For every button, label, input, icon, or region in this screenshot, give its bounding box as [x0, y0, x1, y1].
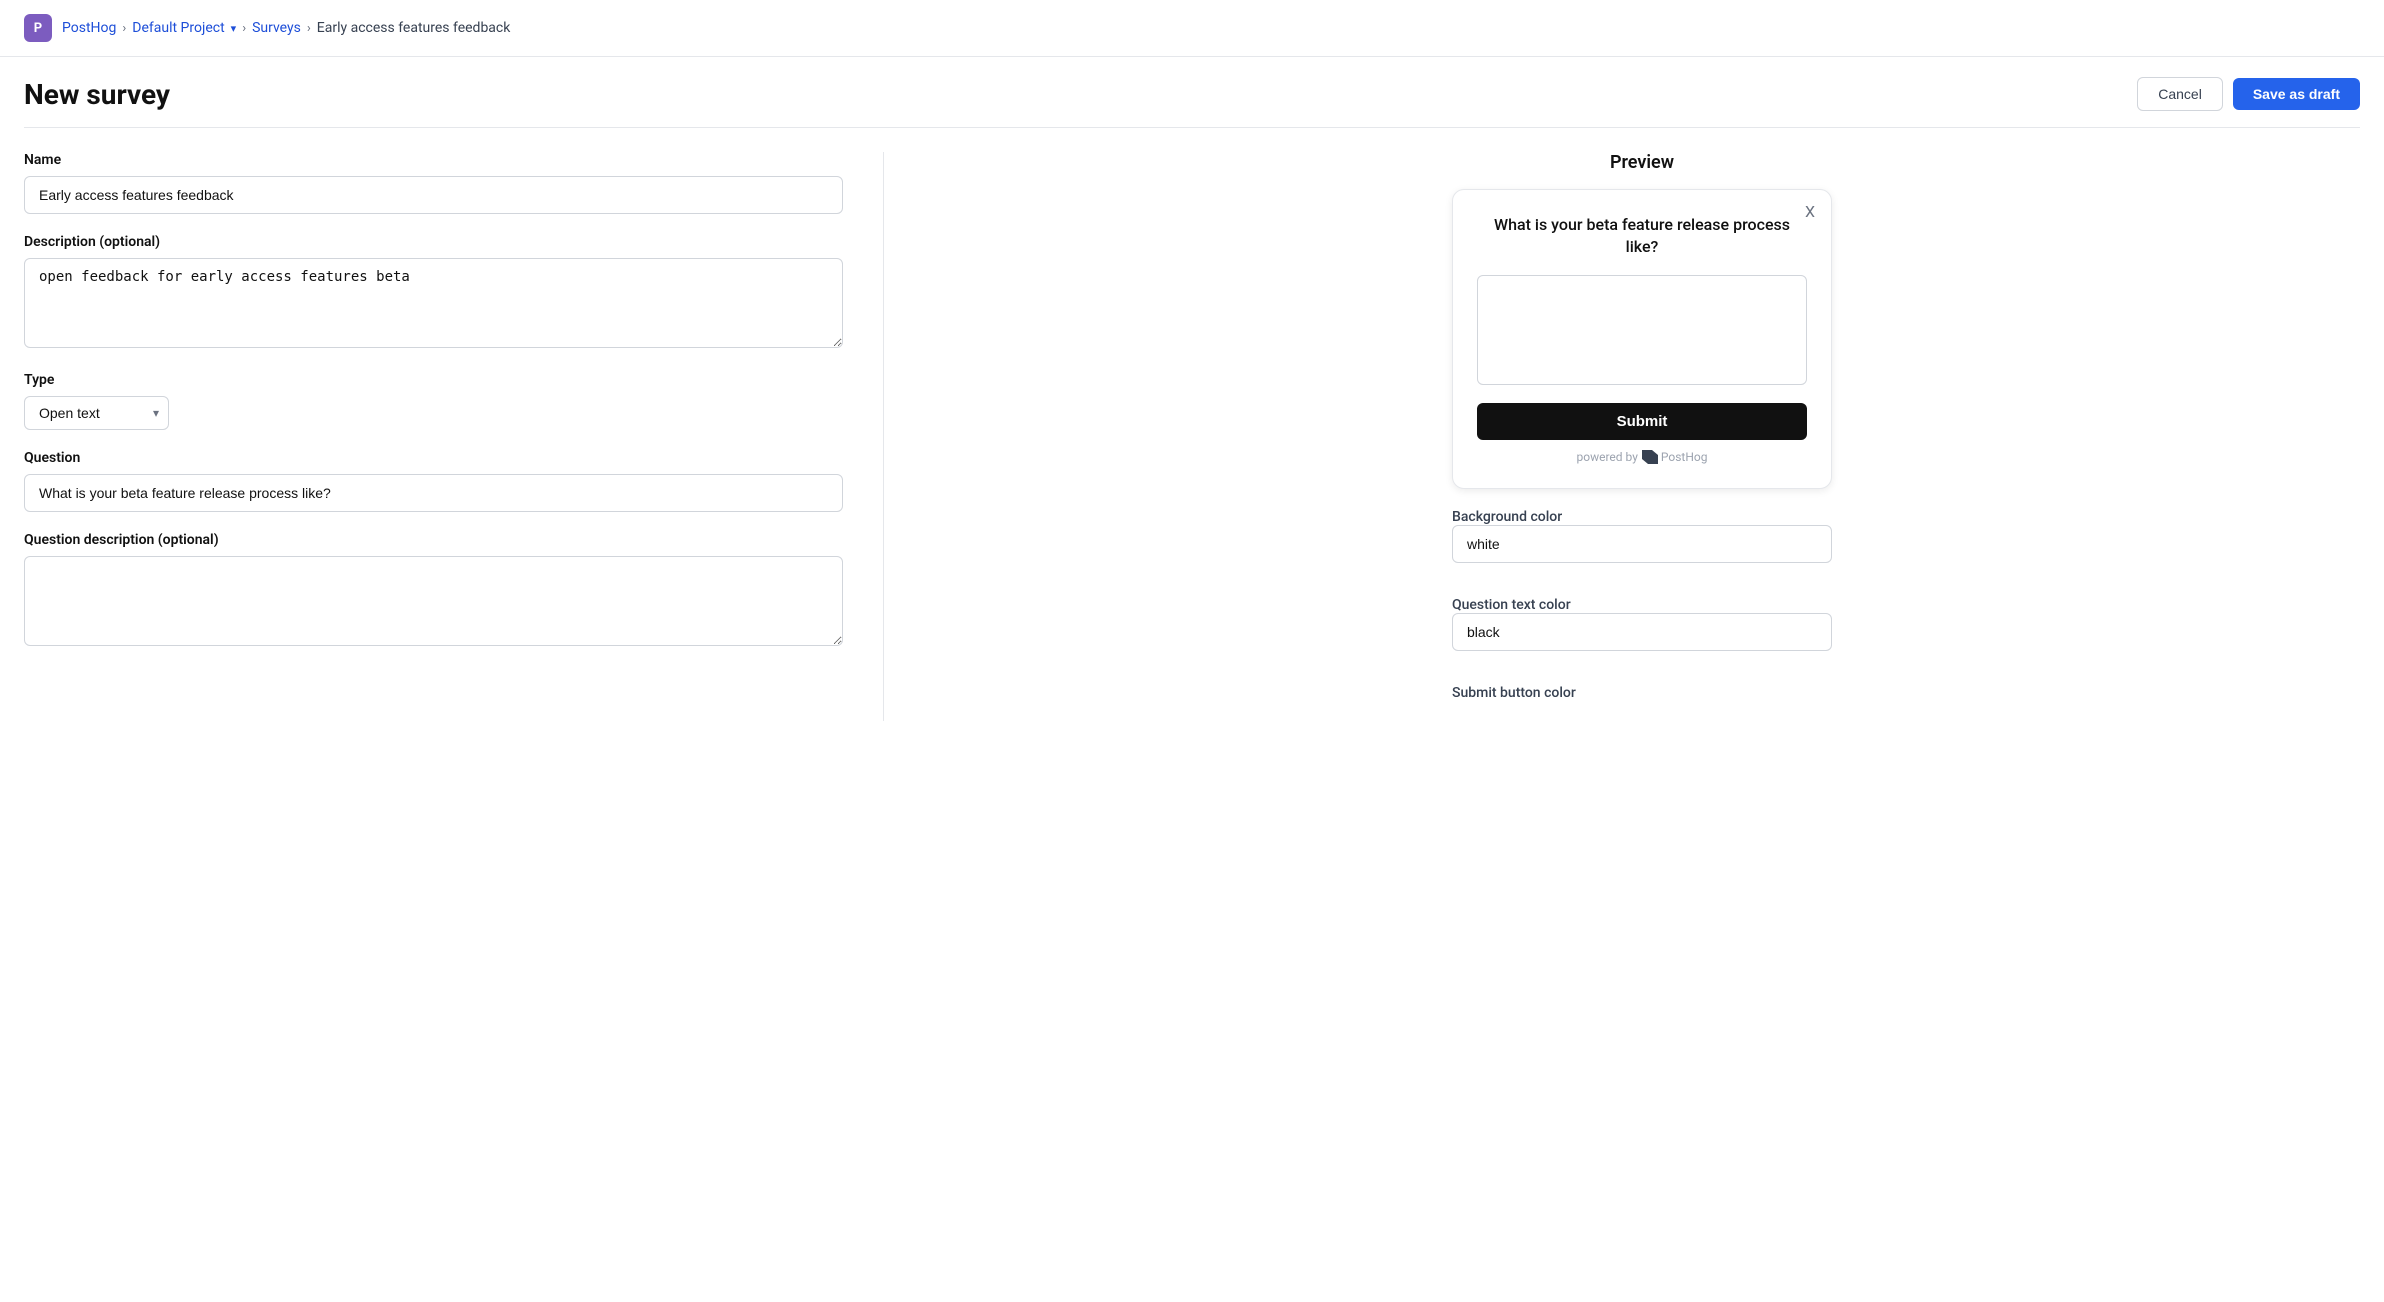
question-input[interactable]	[24, 474, 843, 512]
preview-section: Preview X What is your beta feature rele…	[924, 152, 2360, 721]
preview-card: X What is your beta feature release proc…	[1452, 189, 1832, 489]
bg-color-input[interactable]	[1452, 525, 1832, 563]
preview-powered-by: powered by PostHog	[1477, 450, 1807, 464]
right-panel: Preview X What is your beta feature rele…	[884, 152, 2360, 721]
submit-button-color-group: Submit button color	[1452, 685, 1832, 701]
preview-submit-button[interactable]: Submit	[1477, 403, 1807, 440]
question-desc-textarea[interactable]	[24, 556, 843, 646]
breadcrumb-sep-3: ›	[307, 21, 311, 36]
app-logo: P	[24, 14, 52, 42]
type-select[interactable]: Open text Multiple choice Single choice …	[24, 396, 169, 430]
question-desc-group: Question description (optional)	[24, 532, 843, 650]
breadcrumb-project[interactable]: Default Project	[132, 20, 224, 36]
description-label: Description (optional)	[24, 234, 843, 250]
breadcrumb-section[interactable]: Surveys	[252, 20, 301, 36]
posthog-logo-svg	[1642, 450, 1658, 464]
type-group: Type Open text Multiple choice Single ch…	[24, 372, 843, 430]
preview-title: Preview	[1610, 152, 1674, 173]
project-dropdown-icon[interactable]: ▾	[231, 22, 237, 35]
question-desc-label: Question description (optional)	[24, 532, 843, 548]
cancel-button[interactable]: Cancel	[2137, 77, 2223, 111]
breadcrumb: P PostHog › Default Project ▾ › Surveys …	[0, 0, 2384, 57]
question-text-color-label: Question text color	[1452, 597, 1571, 613]
preview-response-textarea[interactable]	[1477, 275, 1807, 385]
question-group: Question	[24, 450, 843, 512]
main-content: Name Description (optional) Type Open te…	[0, 128, 2384, 745]
breadcrumb-sep-2: ›	[242, 21, 246, 36]
name-label: Name	[24, 152, 843, 168]
breadcrumb-app[interactable]: PostHog	[62, 20, 116, 36]
type-label: Type	[24, 372, 843, 388]
bg-color-label: Background color	[1452, 509, 1562, 525]
bg-color-group: Background color	[1452, 509, 1832, 577]
description-textarea[interactable]	[24, 258, 843, 348]
submit-button-color-label: Submit button color	[1452, 685, 1576, 701]
name-input[interactable]	[24, 176, 843, 214]
header-actions: Cancel Save as draft	[2137, 77, 2360, 111]
save-draft-button[interactable]: Save as draft	[2233, 78, 2360, 110]
posthog-brand-logo: PostHog	[1642, 450, 1708, 464]
question-label: Question	[24, 450, 843, 466]
type-select-wrapper: Open text Multiple choice Single choice …	[24, 396, 169, 430]
breadcrumb-current-page: Early access features feedback	[317, 20, 511, 36]
preview-question-text: What is your beta feature release proces…	[1477, 214, 1807, 259]
powered-by-text: powered by	[1577, 450, 1638, 464]
name-group: Name	[24, 152, 843, 214]
preview-close-icon[interactable]: X	[1805, 202, 1815, 221]
left-panel: Name Description (optional) Type Open te…	[24, 152, 884, 721]
question-text-color-group: Question text color	[1452, 597, 1832, 665]
breadcrumb-sep-1: ›	[122, 21, 126, 36]
question-text-color-input[interactable]	[1452, 613, 1832, 651]
page-title: New survey	[24, 78, 170, 111]
page-header: New survey Cancel Save as draft	[0, 57, 2384, 127]
description-group: Description (optional)	[24, 234, 843, 352]
posthog-brand-name: PostHog	[1661, 450, 1708, 464]
color-customization: Background color Question text color Sub…	[1452, 509, 1832, 721]
